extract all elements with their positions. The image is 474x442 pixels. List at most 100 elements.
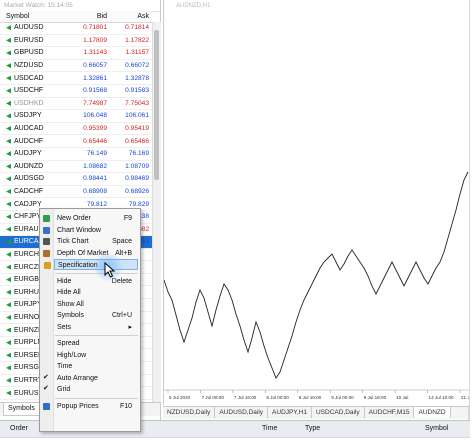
menu-item-spread[interactable]: Spread — [40, 338, 140, 349]
menu-item-hide-all[interactable]: Hide All — [40, 287, 140, 298]
symbol-cell: AUDJPY — [0, 150, 66, 157]
symbol-row[interactable]: AUDCHF 0.65446 0.65466 — [0, 135, 152, 148]
bid-price: 1.08682 — [83, 162, 107, 170]
chart-tabs-bar: NZDUSD,Daily AUDUSD,Daily AUDJPY,H1 USDCAD,… — [163, 406, 468, 419]
menu-item-depth-of-market[interactable]: Depth Of Market Alt+B — [40, 248, 140, 259]
menu-item-shortcut: F9 — [123, 215, 132, 222]
menu-item-symbols[interactable]: Symbols Ctrl+U — [40, 310, 140, 321]
symbol-row[interactable]: AUDJPY 76.149 76.169 — [0, 148, 152, 161]
symbol-row[interactable]: GBPUSD 1.31143 1.31157 — [0, 47, 152, 60]
symbol-row[interactable]: USDHKD 7.74987 7.75043 — [0, 98, 152, 111]
ask-price: 0.95419 — [125, 125, 149, 133]
menu-item-show-all[interactable]: Show All — [40, 299, 140, 310]
symbol-cell: AUDSGD — [0, 175, 66, 182]
menu-item-label: Symbols — [57, 312, 84, 319]
menu-item-grid[interactable]: Grid ✔ — [40, 384, 140, 395]
price-chart[interactable]: AUDNZD,H1 6 Jul 2020 7 Jul 08:00 7 Jul 16:… — [163, 0, 469, 405]
ask-price: 7.75043 — [125, 99, 149, 107]
symbol-cell: NZDUSD — [0, 62, 66, 69]
menu-separator — [55, 335, 138, 336]
menu-item-label: Show All — [57, 300, 84, 308]
column-time[interactable]: Time — [262, 425, 277, 432]
chart-tab[interactable]: NZDUSD,Daily — [163, 407, 216, 418]
menu-item-label: Auto Arrange — [57, 374, 98, 382]
price-up-arrow-icon — [6, 251, 11, 257]
x-axis-tick-label: 21 Jul 16:00 — [461, 395, 469, 400]
symbol-row[interactable]: EURUSD 1.17809 1.17822 — [0, 35, 152, 48]
menu-item-time[interactable]: Time — [40, 361, 140, 372]
price-up-arrow-icon — [6, 277, 11, 283]
ask-price: 79.829 — [128, 200, 149, 208]
menu-item-tick-chart[interactable]: Tick Chart Space — [40, 236, 140, 247]
column-symbol[interactable]: Symbol — [425, 425, 448, 432]
symbol-row[interactable]: USDJPY 106.048 106.061 — [0, 110, 152, 123]
ask-price: 76.169 — [128, 150, 149, 158]
symbol-cell: AUDCHF — [0, 138, 66, 145]
menu-item-chart-window[interactable]: Chart Window — [40, 225, 140, 236]
checkmark-icon: ✔ — [43, 373, 49, 381]
menu-item-label: Hide — [57, 277, 72, 285]
symbol-row[interactable]: AUDSGD 0.98441 0.98469 — [0, 173, 152, 186]
chart-tab[interactable]: AUDCHF,M15 — [365, 407, 415, 418]
x-axis-tick-label: 14 Jul 10:00 — [429, 395, 454, 400]
price-up-arrow-icon — [6, 314, 11, 320]
column-header-symbol[interactable]: Symbol — [0, 11, 66, 22]
chart-tab[interactable]: AUDJPY,H1 — [268, 407, 312, 418]
symbol-row[interactable]: AUDCAD 0.95399 0.95419 — [0, 123, 152, 136]
menu-item-popup-prices[interactable]: Popup Prices F10 — [40, 401, 140, 412]
ask-price: 0.68926 — [125, 188, 149, 196]
symbol-row[interactable]: AUDNZD 1.08682 1.08709 — [0, 161, 152, 174]
menu-item-hide[interactable]: Hide Delete — [40, 276, 140, 287]
bid-price: 1.17809 — [83, 36, 107, 44]
scrollbar-thumb[interactable] — [154, 30, 159, 180]
symbol-cell: USDJPY — [0, 112, 66, 119]
chart-tab[interactable]: AUDNZD — [414, 407, 451, 418]
bid-price: 0.71801 — [83, 24, 107, 32]
tab-symbols[interactable]: Symbols — [3, 403, 40, 416]
symbol-row[interactable]: NZDUSD 0.66057 0.66072 — [0, 60, 152, 73]
symbol-name: AUDSGD — [14, 175, 44, 183]
price-up-arrow-icon — [6, 289, 11, 295]
menu-item-shortcut: Space — [112, 238, 132, 245]
symbol-name: AUDCAD — [14, 125, 44, 133]
symbol-cell: CADJPY — [0, 201, 66, 208]
column-type[interactable]: Type — [305, 425, 320, 432]
column-header-bid[interactable]: Bid — [66, 11, 109, 22]
menu-item-high-low[interactable]: High/Low — [40, 350, 140, 361]
symbol-cell: USDCHF — [0, 87, 66, 94]
market-watch-scrollbar[interactable] — [152, 22, 161, 402]
symbol-cell: EURUSD — [0, 37, 66, 44]
chart-tab[interactable]: USDCAD,Daily — [312, 407, 365, 418]
bid-price: 106.048 — [83, 112, 107, 120]
price-up-arrow-icon — [6, 75, 11, 81]
price-up-arrow-icon — [6, 126, 11, 132]
x-axis-tick-label: 9 Jul 00:00 — [331, 395, 354, 400]
symbol-row[interactable]: CADCHF 0.68908 0.68926 — [0, 186, 152, 199]
price-up-arrow-icon — [6, 163, 11, 169]
menu-item-new-order[interactable]: New Order F9 — [40, 213, 140, 224]
menu-item-sets[interactable]: Sets ▸ — [40, 322, 140, 333]
chart-tab[interactable]: AUDUSD,Daily — [215, 407, 269, 418]
symbol-row[interactable]: USDCHF 0.91568 0.91583 — [0, 85, 152, 98]
bid-price: 0.65446 — [83, 137, 107, 145]
bid-price: 0.68908 — [83, 188, 107, 196]
bid-price: 0.66057 — [83, 62, 107, 70]
symbol-name: USDCHF — [14, 87, 44, 95]
price-up-arrow-icon — [6, 226, 11, 232]
ask-price: 0.66072 — [125, 62, 149, 70]
bid-price: 0.91568 — [83, 87, 107, 95]
symbol-name: EURJPY — [14, 301, 42, 309]
menu-item-auto-arrange[interactable]: Auto Arrange ✔ — [40, 373, 140, 384]
bid-price: 7.74987 — [83, 99, 107, 107]
price-up-arrow-icon — [6, 352, 11, 358]
bid-price: 76.149 — [86, 150, 107, 158]
price-up-arrow-icon — [6, 50, 11, 56]
depth-of-market-icon — [43, 249, 50, 257]
chart-window-icon — [43, 226, 50, 234]
symbol-cell: AUDUSD — [0, 24, 66, 31]
tick-chart-icon — [43, 238, 50, 245]
column-header-ask[interactable]: Ask — [109, 11, 152, 22]
symbol-row[interactable]: USDCAD 1.32861 1.32878 — [0, 72, 152, 85]
column-order[interactable]: Order — [10, 425, 28, 432]
symbol-row[interactable]: AUDUSD 0.71801 0.71814 — [0, 22, 152, 35]
